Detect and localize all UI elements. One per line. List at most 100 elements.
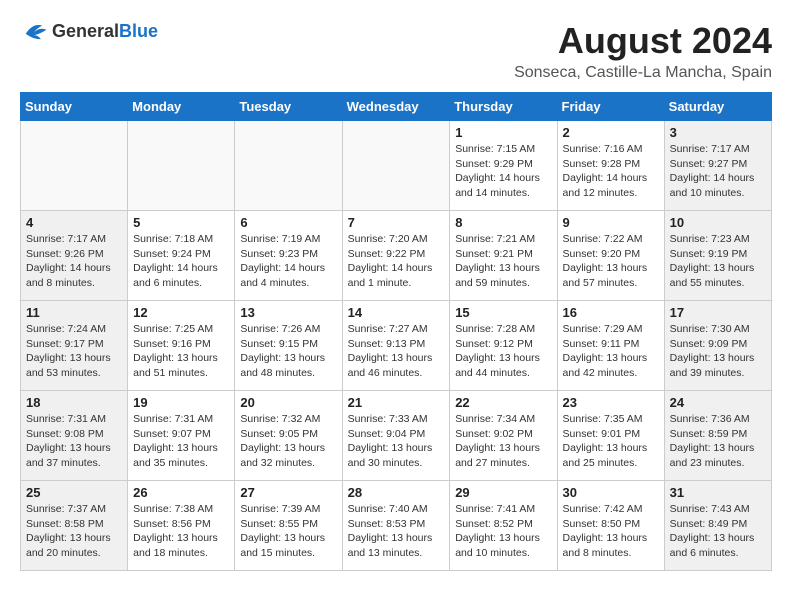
day-number: 22 <box>455 395 551 410</box>
day-info: Sunrise: 7:37 AM Sunset: 8:58 PM Dayligh… <box>26 502 122 561</box>
calendar-week-row: 18 Sunrise: 7:31 AM Sunset: 9:08 PM Dayli… <box>21 391 772 481</box>
day-info: Sunrise: 7:17 AM Sunset: 9:26 PM Dayligh… <box>26 232 122 291</box>
calendar-day-cell: 1 Sunrise: 7:15 AM Sunset: 9:29 PM Daylig… <box>450 121 557 211</box>
day-number: 30 <box>563 485 659 500</box>
day-info: Sunrise: 7:38 AM Sunset: 8:56 PM Dayligh… <box>133 502 229 561</box>
calendar-day-cell: 4 Sunrise: 7:17 AM Sunset: 9:26 PM Daylig… <box>21 211 128 301</box>
calendar-day-cell: 18 Sunrise: 7:31 AM Sunset: 9:08 PM Dayli… <box>21 391 128 481</box>
calendar-day-cell: 15 Sunrise: 7:28 AM Sunset: 9:12 PM Dayli… <box>450 301 557 391</box>
day-number: 18 <box>26 395 122 410</box>
day-number: 1 <box>455 125 551 140</box>
day-info: Sunrise: 7:24 AM Sunset: 9:17 PM Dayligh… <box>26 322 122 381</box>
weekday-header-thursday: Thursday <box>450 93 557 121</box>
day-info: Sunrise: 7:34 AM Sunset: 9:02 PM Dayligh… <box>455 412 551 471</box>
day-number: 14 <box>348 305 445 320</box>
day-info: Sunrise: 7:41 AM Sunset: 8:52 PM Dayligh… <box>455 502 551 561</box>
calendar-day-cell <box>128 121 235 211</box>
weekday-header-sunday: Sunday <box>21 93 128 121</box>
calendar-title: August 2024 <box>514 20 772 62</box>
calendar-day-cell: 27 Sunrise: 7:39 AM Sunset: 8:55 PM Dayli… <box>235 481 342 571</box>
calendar-day-cell: 21 Sunrise: 7:33 AM Sunset: 9:04 PM Dayli… <box>342 391 450 481</box>
calendar-day-cell: 30 Sunrise: 7:42 AM Sunset: 8:50 PM Dayli… <box>557 481 664 571</box>
day-number: 27 <box>240 485 336 500</box>
day-info: Sunrise: 7:30 AM Sunset: 9:09 PM Dayligh… <box>670 322 766 381</box>
day-info: Sunrise: 7:15 AM Sunset: 9:29 PM Dayligh… <box>455 142 551 201</box>
day-number: 12 <box>133 305 229 320</box>
day-number: 24 <box>670 395 766 410</box>
day-number: 10 <box>670 215 766 230</box>
day-info: Sunrise: 7:31 AM Sunset: 9:07 PM Dayligh… <box>133 412 229 471</box>
calendar-week-row: 4 Sunrise: 7:17 AM Sunset: 9:26 PM Daylig… <box>21 211 772 301</box>
day-number: 4 <box>26 215 122 230</box>
calendar-day-cell <box>342 121 450 211</box>
day-info: Sunrise: 7:21 AM Sunset: 9:21 PM Dayligh… <box>455 232 551 291</box>
calendar-day-cell: 8Sunrise: 7:21 AM Sunset: 9:21 PM Daylig… <box>450 211 557 301</box>
day-info: Sunrise: 7:28 AM Sunset: 9:12 PM Dayligh… <box>455 322 551 381</box>
day-number: 28 <box>348 485 445 500</box>
calendar-day-cell: 3 Sunrise: 7:17 AM Sunset: 9:27 PM Daylig… <box>664 121 771 211</box>
day-number: 15 <box>455 305 551 320</box>
weekday-header-saturday: Saturday <box>664 93 771 121</box>
day-number: 25 <box>26 485 122 500</box>
day-info: Sunrise: 7:42 AM Sunset: 8:50 PM Dayligh… <box>563 502 659 561</box>
calendar-day-cell: 11 Sunrise: 7:24 AM Sunset: 9:17 PM Dayli… <box>21 301 128 391</box>
calendar-day-cell: 29 Sunrise: 7:41 AM Sunset: 8:52 PM Dayli… <box>450 481 557 571</box>
calendar-week-row: 11 Sunrise: 7:24 AM Sunset: 9:17 PM Dayli… <box>21 301 772 391</box>
day-info: Sunrise: 7:31 AM Sunset: 9:08 PM Dayligh… <box>26 412 122 471</box>
day-info: Sunrise: 7:16 AM Sunset: 9:28 PM Dayligh… <box>563 142 659 201</box>
calendar-day-cell <box>21 121 128 211</box>
day-info: Sunrise: 7:40 AM Sunset: 8:53 PM Dayligh… <box>348 502 445 561</box>
calendar-day-cell: 14Sunrise: 7:27 AM Sunset: 9:13 PM Dayli… <box>342 301 450 391</box>
calendar-day-cell: 7Sunrise: 7:20 AM Sunset: 9:22 PM Daylig… <box>342 211 450 301</box>
day-number: 29 <box>455 485 551 500</box>
calendar-location: Sonseca, Castille-La Mancha, Spain <box>514 64 772 82</box>
day-number: 16 <box>563 305 659 320</box>
day-info: Sunrise: 7:29 AM Sunset: 9:11 PM Dayligh… <box>563 322 659 381</box>
day-number: 20 <box>240 395 336 410</box>
day-info: Sunrise: 7:25 AM Sunset: 9:16 PM Dayligh… <box>133 322 229 381</box>
calendar-day-cell: 16 Sunrise: 7:29 AM Sunset: 9:11 PM Dayli… <box>557 301 664 391</box>
weekday-header-monday: Monday <box>128 93 235 121</box>
day-info: Sunrise: 7:17 AM Sunset: 9:27 PM Dayligh… <box>670 142 766 201</box>
calendar-day-cell: 17 Sunrise: 7:30 AM Sunset: 9:09 PM Dayli… <box>664 301 771 391</box>
day-number: 5 <box>133 215 229 230</box>
logo: GeneralBlue <box>20 20 158 42</box>
day-number: 11 <box>26 305 122 320</box>
calendar-day-cell: 2 Sunrise: 7:16 AM Sunset: 9:28 PM Daylig… <box>557 121 664 211</box>
weekday-header-friday: Friday <box>557 93 664 121</box>
calendar-day-cell: 6Sunrise: 7:19 AM Sunset: 9:23 PM Daylig… <box>235 211 342 301</box>
calendar-day-cell: 13 Sunrise: 7:26 AM Sunset: 9:15 PM Dayli… <box>235 301 342 391</box>
day-number: 2 <box>563 125 659 140</box>
calendar-day-cell: 9Sunrise: 7:22 AM Sunset: 9:20 PM Daylig… <box>557 211 664 301</box>
calendar-day-cell: 31Sunrise: 7:43 AM Sunset: 8:49 PM Dayli… <box>664 481 771 571</box>
calendar-day-cell: 28 Sunrise: 7:40 AM Sunset: 8:53 PM Dayli… <box>342 481 450 571</box>
title-block: August 2024 Sonseca, Castille-La Mancha,… <box>514 20 772 82</box>
calendar-day-cell <box>235 121 342 211</box>
day-number: 9 <box>563 215 659 230</box>
day-number: 21 <box>348 395 445 410</box>
day-number: 3 <box>670 125 766 140</box>
day-info: Sunrise: 7:19 AM Sunset: 9:23 PM Dayligh… <box>240 232 336 291</box>
calendar-table: SundayMondayTuesdayWednesdayThursdayFrid… <box>20 92 772 571</box>
day-info: Sunrise: 7:33 AM Sunset: 9:04 PM Dayligh… <box>348 412 445 471</box>
logo-general-text: General <box>52 21 119 41</box>
day-number: 23 <box>563 395 659 410</box>
calendar-day-cell: 20Sunrise: 7:32 AM Sunset: 9:05 PM Dayli… <box>235 391 342 481</box>
day-info: Sunrise: 7:26 AM Sunset: 9:15 PM Dayligh… <box>240 322 336 381</box>
page-header: GeneralBlue August 2024 Sonseca, Castill… <box>20 20 772 82</box>
logo-bird-icon <box>20 20 48 42</box>
calendar-day-cell: 25 Sunrise: 7:37 AM Sunset: 8:58 PM Dayli… <box>21 481 128 571</box>
day-info: Sunrise: 7:39 AM Sunset: 8:55 PM Dayligh… <box>240 502 336 561</box>
calendar-day-cell: 10Sunrise: 7:23 AM Sunset: 9:19 PM Dayli… <box>664 211 771 301</box>
logo-blue-text: Blue <box>119 21 158 41</box>
calendar-day-cell: 19Sunrise: 7:31 AM Sunset: 9:07 PM Dayli… <box>128 391 235 481</box>
calendar-day-cell: 24 Sunrise: 7:36 AM Sunset: 8:59 PM Dayli… <box>664 391 771 481</box>
calendar-day-cell: 5Sunrise: 7:18 AM Sunset: 9:24 PM Daylig… <box>128 211 235 301</box>
day-info: Sunrise: 7:35 AM Sunset: 9:01 PM Dayligh… <box>563 412 659 471</box>
day-number: 13 <box>240 305 336 320</box>
calendar-day-cell: 12 Sunrise: 7:25 AM Sunset: 9:16 PM Dayli… <box>128 301 235 391</box>
calendar-week-row: 1 Sunrise: 7:15 AM Sunset: 9:29 PM Daylig… <box>21 121 772 211</box>
day-number: 17 <box>670 305 766 320</box>
day-info: Sunrise: 7:36 AM Sunset: 8:59 PM Dayligh… <box>670 412 766 471</box>
day-number: 26 <box>133 485 229 500</box>
